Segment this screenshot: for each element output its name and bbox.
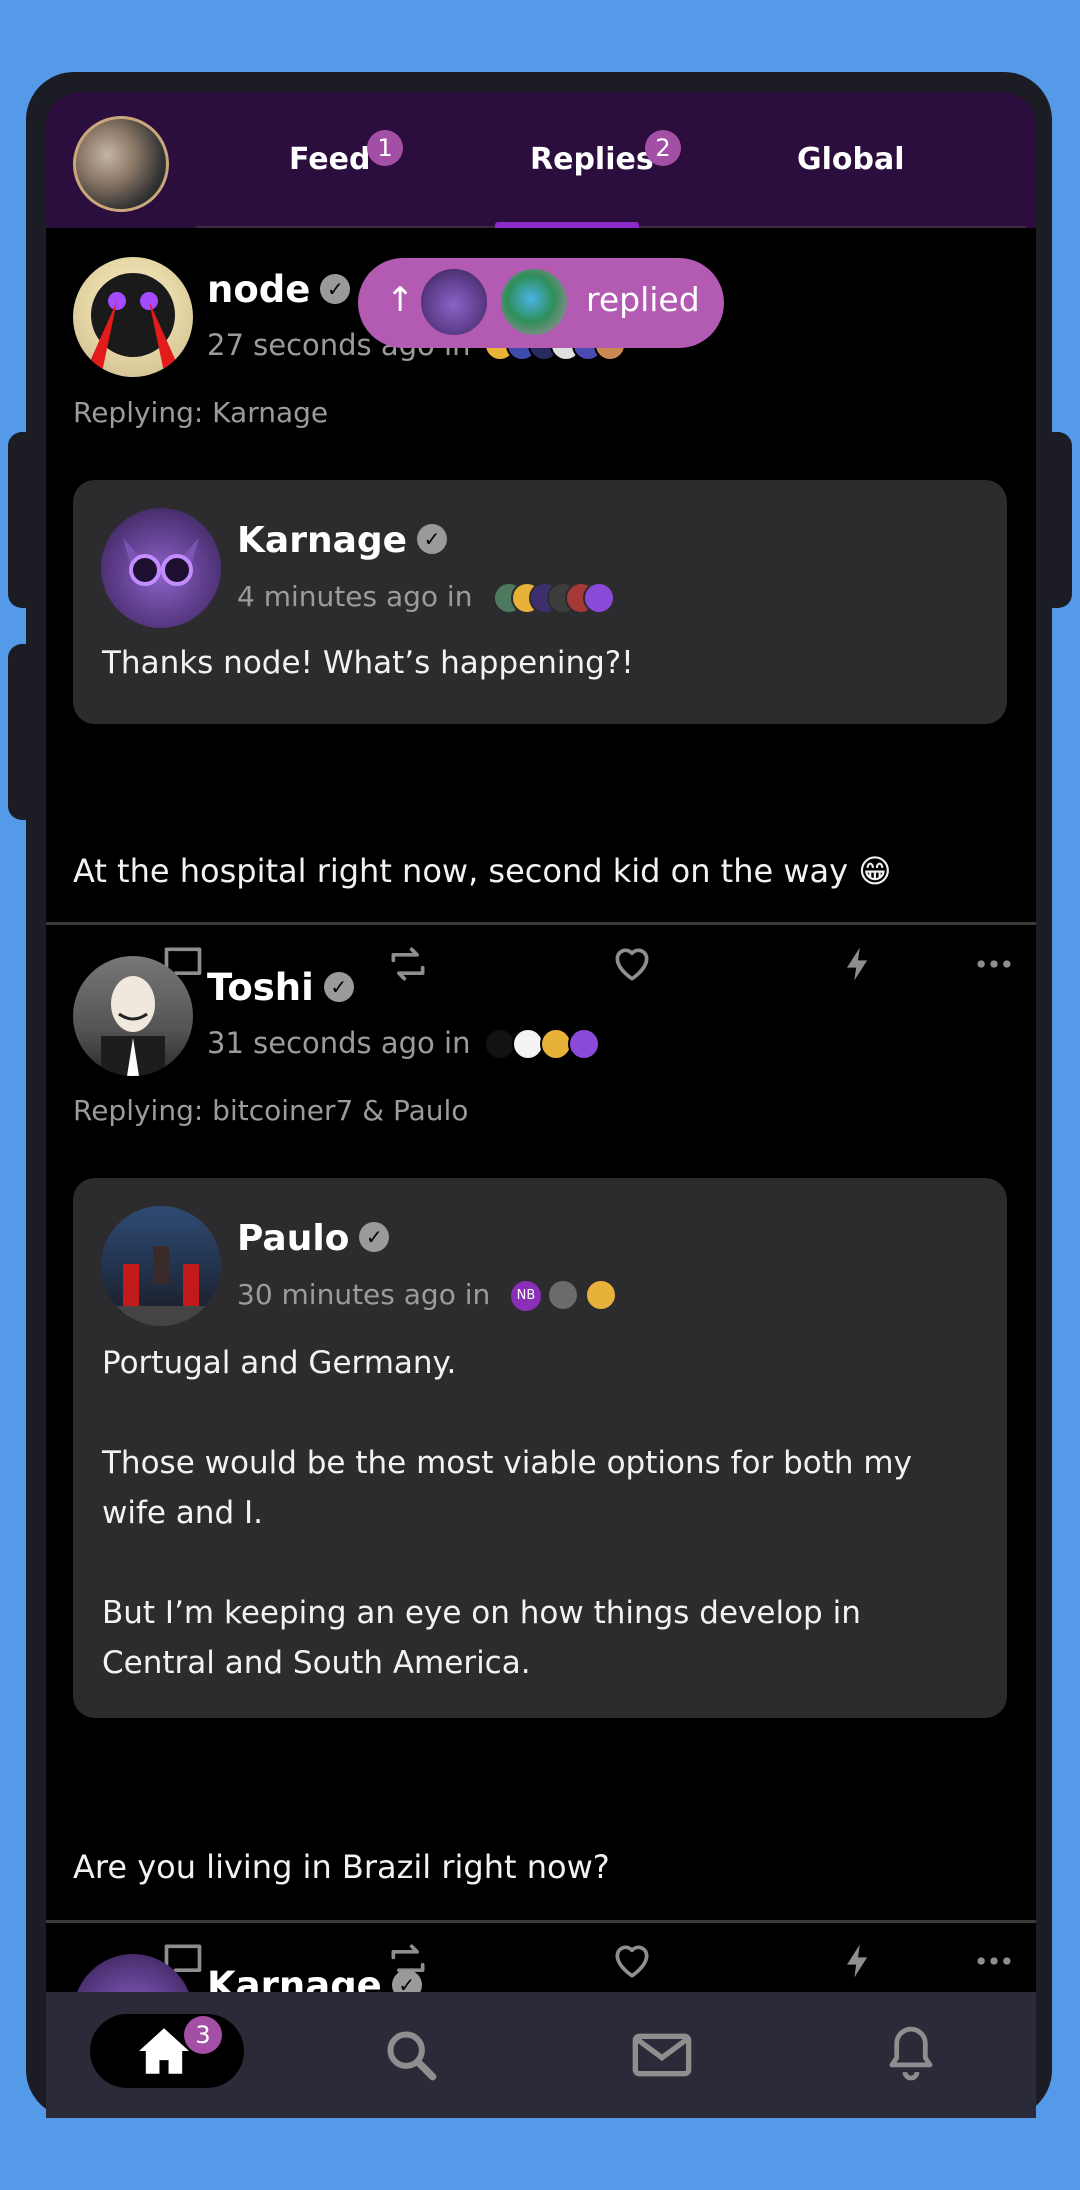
laser-eyes-avatar-icon [83, 273, 183, 377]
quoted-time: 4 minutes ago in [237, 580, 473, 613]
community-icons[interactable]: NB [509, 1279, 619, 1313]
active-tab-indicator [495, 222, 639, 228]
pill-avatar-karnage [418, 266, 490, 338]
pill-avatar-globe [498, 266, 570, 338]
like-icon[interactable] [610, 1939, 654, 1983]
quoted-text: Thanks node! What’s happening?! [102, 645, 634, 681]
cat-goggles-avatar-icon [123, 538, 199, 586]
author-name-text: node [207, 268, 311, 311]
tab-global[interactable]: Global [797, 142, 905, 177]
verified-icon: ✓ [417, 524, 448, 554]
quoted-text-line: Central and South America. [102, 1645, 531, 1681]
quoted-post[interactable]: Karnage ✓ 4 minutes ago in Thanks node! W… [73, 480, 1007, 724]
community-icon [583, 582, 615, 614]
community-icon [568, 1028, 600, 1060]
quoted-avatar[interactable] [101, 508, 221, 628]
quoted-author-name[interactable]: Paulo ✓ [237, 1218, 390, 1259]
quoted-avatar[interactable] [101, 1206, 221, 1326]
author-name[interactable]: node ✓ [207, 268, 351, 311]
tab-feed-badge: 1 [367, 130, 403, 166]
replying-to[interactable]: Replying: Karnage [73, 396, 328, 429]
quoted-time: 30 minutes ago in [237, 1278, 491, 1311]
quoted-post[interactable]: Paulo ✓ 30 minutes ago in NB Portugal and… [73, 1178, 1007, 1718]
nav-home[interactable] [90, 2014, 244, 2088]
tab-replies-badge: 2 [645, 130, 681, 166]
quoted-text-line: But I’m keeping an eye on how things dev… [102, 1595, 861, 1631]
side-button-right [1040, 432, 1072, 608]
author-name[interactable]: Toshi ✓ [207, 966, 354, 1009]
quoted-author-text: Karnage [237, 520, 408, 561]
up-arrow-icon: ↑ [386, 280, 415, 320]
new-replies-pill[interactable]: ↑ replied [358, 258, 724, 348]
community-icon [547, 1279, 579, 1311]
mail-icon[interactable] [630, 2026, 694, 2084]
tab-replies[interactable]: Replies [530, 142, 654, 177]
more-options-icon[interactable] [972, 942, 1016, 986]
more-options-icon[interactable] [972, 1939, 1016, 1983]
post-actions [46, 942, 1036, 1002]
avatar[interactable] [73, 956, 193, 1076]
community-badge: NB [509, 1279, 543, 1313]
top-tab-bar: Feed 1 Replies 2 Global [46, 92, 1036, 228]
verified-icon: ✓ [359, 1222, 390, 1252]
post-divider [46, 1920, 1036, 1923]
post-time: 31 seconds ago in [207, 1026, 471, 1060]
post-actions [46, 1939, 1036, 1999]
pill-label: replied [586, 280, 700, 319]
community-icons[interactable] [484, 1028, 604, 1060]
zap-icon[interactable] [836, 942, 880, 986]
zap-icon[interactable] [836, 1939, 880, 1983]
post-divider [46, 922, 1036, 925]
quoted-text-line: wife and I. [102, 1495, 263, 1531]
quoted-author-name[interactable]: Karnage ✓ [237, 520, 448, 561]
home-badge: 3 [184, 2016, 222, 2054]
tab-feed[interactable]: Feed [289, 142, 370, 177]
avatar[interactable] [73, 257, 193, 377]
search-icon[interactable] [382, 2026, 440, 2084]
community-icons[interactable] [493, 582, 633, 614]
repost-icon[interactable] [386, 942, 430, 986]
like-icon[interactable] [610, 942, 654, 986]
author-name-text: Toshi [207, 966, 314, 1009]
tab-replies-label: Replies [530, 142, 654, 177]
tab-global-label: Global [797, 142, 905, 177]
replying-to[interactable]: Replying: bitcoiner7 & Paulo [73, 1094, 468, 1127]
app-screen: Feed 1 Replies 2 Global node ✓ 27 seconds… [46, 92, 1036, 2118]
bottom-navigation: 3 [46, 1992, 1036, 2118]
masked-man-avatar-icon [101, 976, 165, 1076]
side-button-left-1 [8, 432, 38, 608]
quoted-text-line: Portugal and Germany. [102, 1345, 457, 1381]
post-text: Are you living in Brazil right now? [73, 1848, 610, 1886]
post-text: At the hospital right now, second kid on… [73, 852, 892, 890]
side-button-left-2 [8, 644, 38, 820]
verified-icon: ✓ [320, 273, 351, 304]
profile-avatar[interactable] [73, 116, 169, 212]
quoted-author-text: Paulo [237, 1218, 350, 1259]
bell-icon[interactable] [882, 2022, 940, 2084]
red-guards-avatar-icon [101, 1246, 221, 1326]
verified-icon: ✓ [323, 971, 354, 1002]
community-icon [585, 1279, 617, 1311]
tab-feed-label: Feed [289, 142, 371, 177]
quoted-text-line: Those would be the most viable options f… [102, 1445, 912, 1481]
